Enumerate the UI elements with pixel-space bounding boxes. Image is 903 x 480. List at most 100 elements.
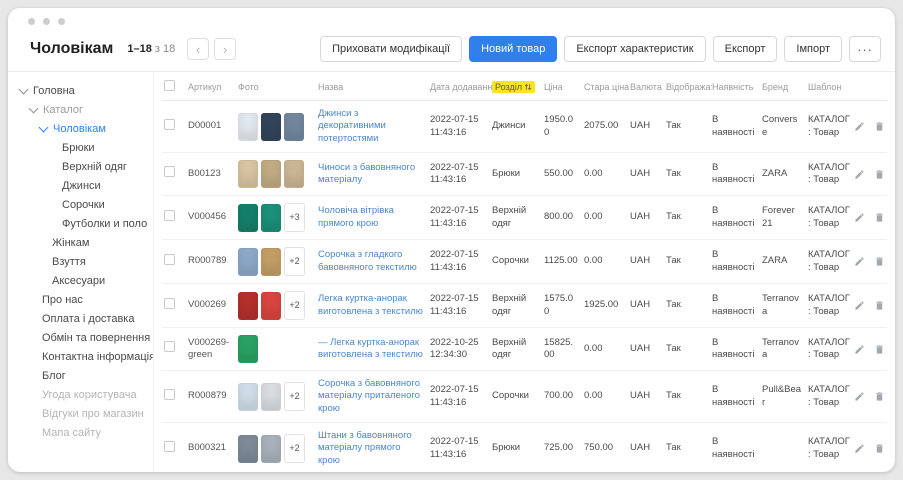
trash-icon[interactable]	[874, 391, 885, 402]
edit-icon[interactable]	[854, 256, 865, 267]
sidebar-item[interactable]: Сорочки	[20, 195, 153, 214]
row-checkbox[interactable]	[164, 298, 175, 309]
sidebar-item[interactable]: Угода користувача	[20, 385, 153, 404]
product-name-link[interactable]: Легка куртка-анорак виготовлена з тексти…	[318, 293, 423, 316]
edit-icon[interactable]	[854, 212, 865, 223]
product-photo[interactable]	[261, 248, 281, 276]
column-header-currency[interactable]: Валюта	[630, 82, 666, 92]
sidebar-item[interactable]: Взуття	[20, 252, 153, 271]
export-characteristics-button[interactable]: Експорт характеристик	[564, 36, 705, 62]
product-name-link[interactable]: — Легка куртка-анорак виготовлена з текс…	[318, 337, 423, 360]
product-photo[interactable]	[261, 435, 281, 463]
more-actions-button[interactable]: ···	[849, 36, 881, 62]
sidebar-item[interactable]: Головна	[20, 81, 153, 100]
trash-icon[interactable]	[874, 121, 885, 132]
prev-page-button[interactable]: ‹	[187, 38, 209, 60]
sidebar-item[interactable]: Про нас	[20, 290, 153, 309]
column-header-name[interactable]: Назва	[318, 82, 430, 92]
import-button[interactable]: Імпорт	[784, 36, 842, 62]
sidebar-item[interactable]: Обмін та повернення	[20, 328, 153, 347]
window-control-dot[interactable]	[28, 18, 35, 25]
sidebar-item[interactable]: Футболки и поло	[20, 214, 153, 233]
product-photo[interactable]	[261, 113, 281, 141]
trash-icon[interactable]	[874, 344, 885, 355]
row-checkbox[interactable]	[164, 119, 175, 130]
new-product-button[interactable]: Новий товар	[469, 36, 557, 62]
product-photo[interactable]	[238, 113, 258, 141]
product-name-link[interactable]: Сорочка з гладкого бавовняного текстилю	[318, 249, 417, 272]
column-header-photo[interactable]: Фото	[238, 82, 318, 92]
product-photo[interactable]	[261, 292, 281, 320]
edit-icon[interactable]	[854, 443, 865, 454]
column-header-price[interactable]: Ціна	[544, 82, 584, 92]
sidebar-item[interactable]: Брюки	[20, 138, 153, 157]
window-control-dot[interactable]	[43, 18, 50, 25]
photo-count-badge[interactable]: +2	[284, 382, 305, 411]
product-photo[interactable]	[238, 292, 258, 320]
product-name-link[interactable]: Чиноси з бавовняного матеріалу	[318, 162, 415, 185]
trash-icon[interactable]	[874, 169, 885, 180]
product-name-link[interactable]: Сорочка з бавовняного матеріалу притален…	[318, 378, 420, 414]
sidebar-item[interactable]: Оплата і доставка	[20, 309, 153, 328]
photo-count-badge[interactable]: +2	[284, 434, 305, 463]
row-checkbox[interactable]	[164, 210, 175, 221]
sidebar-item[interactable]: Мапа сайту	[20, 423, 153, 442]
export-button[interactable]: Експорт	[713, 36, 778, 62]
sort-icon[interactable]	[524, 83, 532, 91]
column-header-availability[interactable]: Наявність	[712, 82, 762, 92]
product-name-link[interactable]: Джинси з декоративними потертостями	[318, 108, 386, 144]
photo-count-badge[interactable]: +2	[284, 247, 305, 276]
row-checkbox[interactable]	[164, 254, 175, 265]
row-checkbox[interactable]	[164, 341, 175, 352]
product-photo[interactable]	[261, 160, 281, 188]
product-photo[interactable]	[238, 248, 258, 276]
sidebar-item[interactable]: Верхній одяг	[20, 157, 153, 176]
indent-spacer	[40, 240, 46, 246]
column-header-section-label: Розділ	[495, 82, 522, 92]
sidebar-item[interactable]: Відгуки про магазин	[20, 404, 153, 423]
photo-count-badge[interactable]: +2	[284, 291, 305, 320]
column-header-sku[interactable]: Артикул	[188, 82, 238, 92]
product-photo[interactable]	[238, 204, 258, 232]
column-header-display[interactable]: Відображати	[666, 82, 712, 92]
column-header-section[interactable]: Розділ	[492, 81, 544, 93]
product-name-link[interactable]: Чоловіча вітрівка прямого крою	[318, 205, 394, 228]
edit-icon[interactable]	[854, 169, 865, 180]
sidebar-item[interactable]: Джинси	[20, 176, 153, 195]
edit-icon[interactable]	[854, 121, 865, 132]
product-photo[interactable]	[261, 204, 281, 232]
column-header-old-price[interactable]: Стара ціна	[584, 82, 630, 92]
select-all-checkbox[interactable]	[164, 80, 175, 91]
product-photo[interactable]	[238, 335, 258, 363]
window-control-dot[interactable]	[58, 18, 65, 25]
trash-icon[interactable]	[874, 443, 885, 454]
edit-icon[interactable]	[854, 344, 865, 355]
trash-icon[interactable]	[874, 256, 885, 267]
sidebar-item[interactable]: Жінкам	[20, 233, 153, 252]
photo-count-badge[interactable]: +3	[284, 203, 305, 232]
product-photo[interactable]	[238, 383, 258, 411]
product-photo[interactable]	[284, 160, 304, 188]
edit-icon[interactable]	[854, 391, 865, 402]
sidebar-item[interactable]: Чоловікам	[20, 119, 153, 138]
sidebar-item[interactable]: Аксесуари	[20, 271, 153, 290]
column-header-date[interactable]: Дата додавання	[430, 82, 492, 92]
hide-modifications-button[interactable]: Приховати модифікації	[320, 36, 462, 62]
column-header-template[interactable]: Шаблон	[808, 82, 858, 92]
edit-icon[interactable]	[854, 300, 865, 311]
product-name-link[interactable]: Штани з бавовняного матеріалу прямого кр…	[318, 430, 412, 466]
sidebar-item[interactable]: Каталог	[20, 100, 153, 119]
trash-icon[interactable]	[874, 212, 885, 223]
product-photo[interactable]	[284, 113, 304, 141]
sidebar-item[interactable]: Блог	[20, 366, 153, 385]
sidebar-item[interactable]: Контактна інформація	[20, 347, 153, 366]
column-header-brand[interactable]: Бренд	[762, 82, 808, 92]
trash-icon[interactable]	[874, 300, 885, 311]
row-checkbox[interactable]	[164, 389, 175, 400]
row-checkbox[interactable]	[164, 441, 175, 452]
row-checkbox[interactable]	[164, 166, 175, 177]
product-photo[interactable]	[238, 435, 258, 463]
product-photo[interactable]	[261, 383, 281, 411]
next-page-button[interactable]: ›	[214, 38, 236, 60]
product-photo[interactable]	[238, 160, 258, 188]
